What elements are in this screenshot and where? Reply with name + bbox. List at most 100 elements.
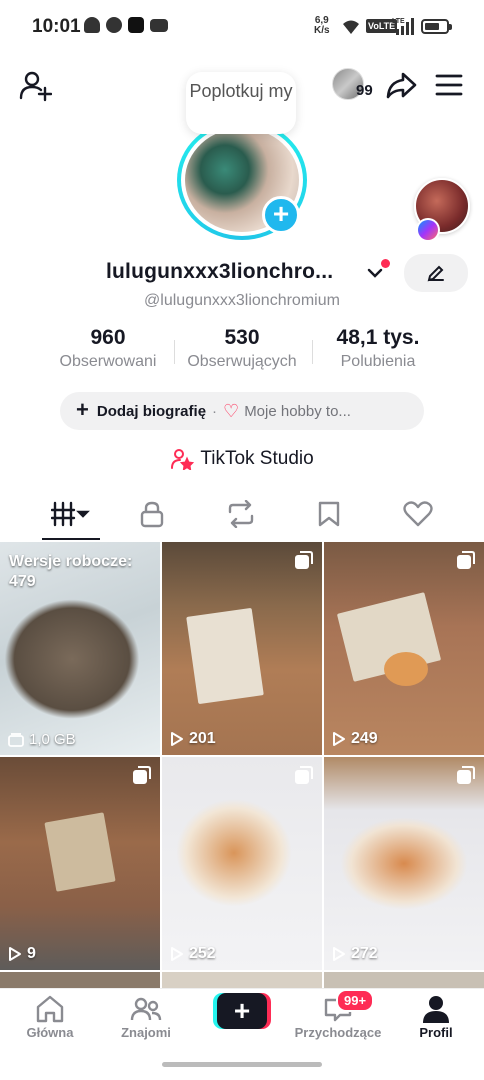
view-count: 249: [332, 730, 378, 748]
stat-divider: [312, 340, 313, 364]
plus-icon: +: [76, 397, 89, 422]
share-icon: [386, 72, 417, 99]
repost-icon: [228, 500, 254, 528]
nav-home-label: Główna: [26, 1025, 74, 1040]
stat-label: Obserwowani: [59, 353, 157, 370]
bottom-navigation: Główna Znajomi + Przychodzące 99+ Profil: [0, 988, 484, 1048]
video-tile[interactable]: 9: [0, 757, 160, 970]
chat-icon: [106, 17, 122, 33]
video-tile[interactable]: 249: [324, 542, 484, 755]
username[interactable]: lulugunxxx3lionchro...: [106, 260, 333, 284]
stat-label: Obserwujących: [187, 353, 297, 370]
storage-icon: [8, 732, 24, 747]
stat-value: 960: [90, 326, 126, 349]
create-button[interactable]: +: [213, 993, 271, 1029]
bio-separator: ·: [212, 402, 218, 420]
stat-value: 530: [224, 326, 260, 349]
drafts-size-value: 1,0 GB: [29, 731, 76, 748]
play-icon: [171, 732, 183, 746]
stat-likes[interactable]: 48,1 tys. Polubienia: [318, 326, 438, 371]
plus-icon: +: [217, 993, 267, 1029]
video-thumbnail: [324, 542, 484, 755]
stat-divider: [174, 340, 175, 364]
profile-stats: 960 Obserwowani 530 Obserwujących 48,1 t…: [0, 326, 484, 378]
play-icon: [171, 947, 183, 961]
add-bio-pill[interactable]: + Dodaj biografię · ♡ Moje hobby to...: [60, 392, 424, 430]
signal-icon: LTE: [392, 18, 414, 35]
nav-profile[interactable]: Profil: [386, 993, 484, 1040]
tab-private[interactable]: [122, 494, 182, 534]
video-tile[interactable]: [162, 972, 322, 988]
play-icon: [333, 947, 345, 961]
share-profile-button[interactable]: [384, 68, 418, 102]
photo-mode-icon: [133, 766, 151, 784]
stat-followers[interactable]: 530 Obserwujących: [177, 326, 307, 371]
nav-profile-label: Profil: [419, 1025, 453, 1040]
note-bubble[interactable]: Poplotkuj my: [186, 72, 296, 134]
lte-label: LTE: [392, 18, 405, 25]
profile-visitors-button[interactable]: 99: [332, 68, 378, 102]
video-grid: Wersje robocze: 479 1,0 GB 201 249 9 252…: [0, 542, 484, 988]
friends-icon: [130, 997, 162, 1021]
lock-icon: [140, 501, 164, 528]
video-thumbnail: [0, 757, 160, 970]
tab-favorites[interactable]: [299, 494, 359, 534]
status-bar: 10:01 6,9 K/s VoLTE LTE: [0, 0, 484, 54]
visitors-count: 99: [356, 82, 373, 99]
heart-outline-icon: [403, 501, 433, 527]
stat-value: 48,1 tys.: [336, 326, 420, 349]
inbox-badge: 99+: [336, 989, 375, 1012]
tiktok-icon: [128, 17, 144, 33]
video-tile[interactable]: [324, 972, 484, 988]
video-tile[interactable]: 201: [162, 542, 322, 755]
battery-icon: [421, 19, 452, 34]
nav-inbox-label: Przychodzące: [294, 1025, 382, 1040]
home-icon: [36, 995, 64, 1023]
view-count: 201: [170, 730, 216, 748]
add-friend-button[interactable]: [16, 66, 54, 104]
view-count-value: 9: [27, 945, 36, 962]
menu-button[interactable]: [432, 68, 466, 102]
view-count-value: 252: [189, 945, 216, 962]
video-tile[interactable]: 272: [324, 757, 484, 970]
tab-videos[interactable]: [41, 494, 101, 534]
nav-friends-label: Znajomi: [121, 1025, 171, 1040]
video-thumbnail: [162, 542, 322, 755]
notification-icons: [84, 17, 168, 33]
studio-label: TikTok Studio: [200, 448, 314, 469]
drafts-title: Wersje robocze:: [9, 553, 133, 570]
video-thumbnail: [324, 757, 484, 970]
photo-mode-icon: [295, 766, 313, 784]
tab-reposts[interactable]: [211, 494, 271, 534]
stat-following[interactable]: 960 Obserwowani: [48, 326, 168, 371]
heart-icon: ♡: [223, 400, 240, 421]
drafts-label: Wersje robocze: 479: [9, 552, 132, 592]
nav-friends[interactable]: Znajomi: [96, 993, 196, 1040]
hobby-label: Moje hobby to...: [244, 402, 351, 420]
view-count-value: 201: [189, 730, 216, 747]
view-count: 9: [8, 945, 36, 963]
view-count-value: 249: [351, 730, 378, 747]
drafts-tile[interactable]: Wersje robocze: 479 1,0 GB: [0, 542, 160, 755]
play-icon: [333, 732, 345, 746]
tab-liked[interactable]: [388, 494, 448, 534]
add-story-button[interactable]: +: [262, 196, 300, 234]
home-indicator: [162, 1062, 322, 1067]
view-count-value: 272: [351, 945, 378, 962]
user-handle: @lulugunxxx3lionchromium: [144, 292, 340, 309]
notification-dot: [381, 259, 390, 268]
profile-icon: [423, 996, 449, 1023]
drafts-count: 479: [9, 573, 36, 590]
status-time: 10:01: [32, 16, 81, 37]
edit-profile-button[interactable]: [404, 254, 468, 292]
video-tile[interactable]: 252: [162, 757, 322, 970]
active-tab-indicator: [42, 538, 100, 540]
studio-icon: [171, 449, 195, 470]
grid-videos-icon: [51, 501, 90, 527]
tiktok-studio-link[interactable]: TikTok Studio: [0, 448, 484, 470]
play-icon: [9, 947, 21, 961]
photo-mode-icon: [457, 551, 475, 569]
video-tile[interactable]: [0, 972, 160, 988]
facebook-friend-suggestion[interactable]: [414, 178, 472, 244]
nav-home[interactable]: Główna: [0, 993, 100, 1040]
